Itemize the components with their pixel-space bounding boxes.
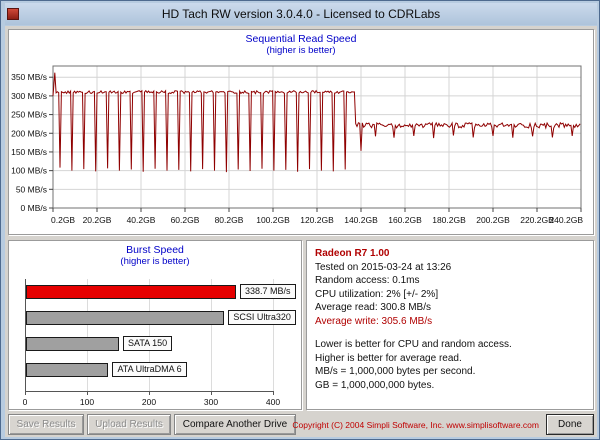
note-cpu-random: Lower is better for CPU and random acces…	[315, 338, 585, 352]
average-write: Average write: 305.6 MB/s	[315, 315, 585, 329]
x-tick-label: 0	[10, 397, 40, 407]
note-average-read: Higher is better for average read.	[315, 352, 585, 366]
x-tick-label: 140.2GB	[344, 215, 378, 225]
done-button[interactable]: Done	[546, 414, 594, 435]
y-tick-label: 350 MB/s	[11, 72, 47, 82]
y-tick-label: 0 MB/s	[21, 203, 47, 213]
x-tick-label: 180.2GB	[432, 215, 466, 225]
x-tick	[211, 391, 212, 395]
tested-on: Tested on 2015-03-24 at 13:26	[315, 261, 585, 275]
compare-another-drive-button[interactable]: Compare Another Drive	[174, 414, 296, 435]
y-tick-label: 250 MB/s	[11, 110, 47, 120]
y-tick-label: 150 MB/s	[11, 147, 47, 157]
random-access: Random access: 0.1ms	[315, 274, 585, 288]
x-tick-label: 20.2GB	[83, 215, 112, 225]
x-tick-label: 300	[196, 397, 226, 407]
x-tick-label: 60.2GB	[171, 215, 200, 225]
x-tick-label: 80.2GB	[215, 215, 244, 225]
x-tick-label: 0.2GB	[51, 215, 75, 225]
x-tick	[87, 391, 88, 395]
x-tick-label: 40.2GB	[127, 215, 156, 225]
burst-speed-chart: 0100200300400338.7 MB/sSCSI Ultra320SATA…	[25, 279, 273, 409]
note-mbs-definition: MB/s = 1,000,000 bytes per second.	[315, 365, 585, 379]
window-title: HD Tach RW version 3.0.4.0 - Licensed to…	[162, 7, 440, 21]
burst-bar-sata-150	[26, 337, 119, 351]
seq-chart-subtitle: (higher is better)	[9, 45, 593, 56]
results-panel: Radeon R7 1.00 Tested on 2015-03-24 at 1…	[306, 240, 594, 410]
burst-speed-panel: Burst Speed (higher is better) 0 100 200 30…	[8, 240, 302, 410]
y-tick-label: 50 MB/s	[16, 184, 47, 194]
titlebar: HD Tach RW version 3.0.4.0 - Licensed to…	[5, 3, 597, 25]
x-tick-label: 120.2GB	[300, 215, 334, 225]
burst-bar-ata-ultradma6	[26, 363, 108, 377]
note-gb-definition: GB = 1,000,000,000 bytes.	[315, 379, 585, 393]
y-tick-label: 300 MB/s	[11, 91, 47, 101]
x-tick-label: 240.2GB	[549, 215, 583, 225]
x-tick-label: 400	[258, 397, 288, 407]
burst-bar-label-scsi-ultra320: SCSI Ultra320	[228, 310, 296, 325]
x-tick	[149, 391, 150, 395]
client-area: Sequential Read Speed (higher is better)…	[5, 26, 597, 437]
seq-chart-title: Sequential Read Speed	[9, 33, 593, 45]
save-results-button: Save Results	[8, 414, 84, 435]
burst-chart-subtitle: (higher is better)	[9, 256, 301, 267]
average-read: Average read: 300.8 MB/s	[315, 301, 585, 315]
burst-bar-label-tested-drive: 338.7 MB/s	[240, 284, 296, 299]
sequential-read-chart: 0 MB/s 50 MB/s 100 MB/s 150 MB/s 200 MB/s 250…	[9, 58, 593, 234]
sequential-read-panel: Sequential Read Speed (higher is better)…	[8, 29, 594, 235]
drive-name: Radeon R7 1.00	[315, 247, 585, 261]
app-icon	[7, 8, 19, 20]
x-tick-label: 200	[134, 397, 164, 407]
y-tick-label: 100 MB/s	[11, 166, 47, 176]
copyright-text: Copyright (C) 2004 Simpli Software, Inc.…	[292, 420, 539, 430]
burst-bar-label-ata-ultradma6: ATA UltraDMA 6	[112, 362, 186, 377]
x-tick-label: 200.2GB	[476, 215, 510, 225]
burst-bar-label-sata-150: SATA 150	[123, 336, 172, 351]
upload-results-button: Upload Results	[87, 414, 171, 435]
cpu-utilization: CPU utilization: 2% [+/- 2%]	[315, 288, 585, 302]
burst-bar-scsi-ultra320	[26, 311, 224, 325]
x-tick-label: 100	[72, 397, 102, 407]
burst-bar-tested-drive	[26, 285, 236, 299]
x-tick-label: 100.2GB	[256, 215, 290, 225]
x-tick	[273, 391, 274, 395]
x-tick-label: 160.2GB	[388, 215, 422, 225]
y-tick-label: 200 MB/s	[11, 128, 47, 138]
x-tick	[25, 391, 26, 395]
burst-chart-title: Burst Speed	[9, 244, 301, 256]
hd-tach-window: HD Tach RW version 3.0.4.0 - Licensed to…	[0, 0, 600, 440]
